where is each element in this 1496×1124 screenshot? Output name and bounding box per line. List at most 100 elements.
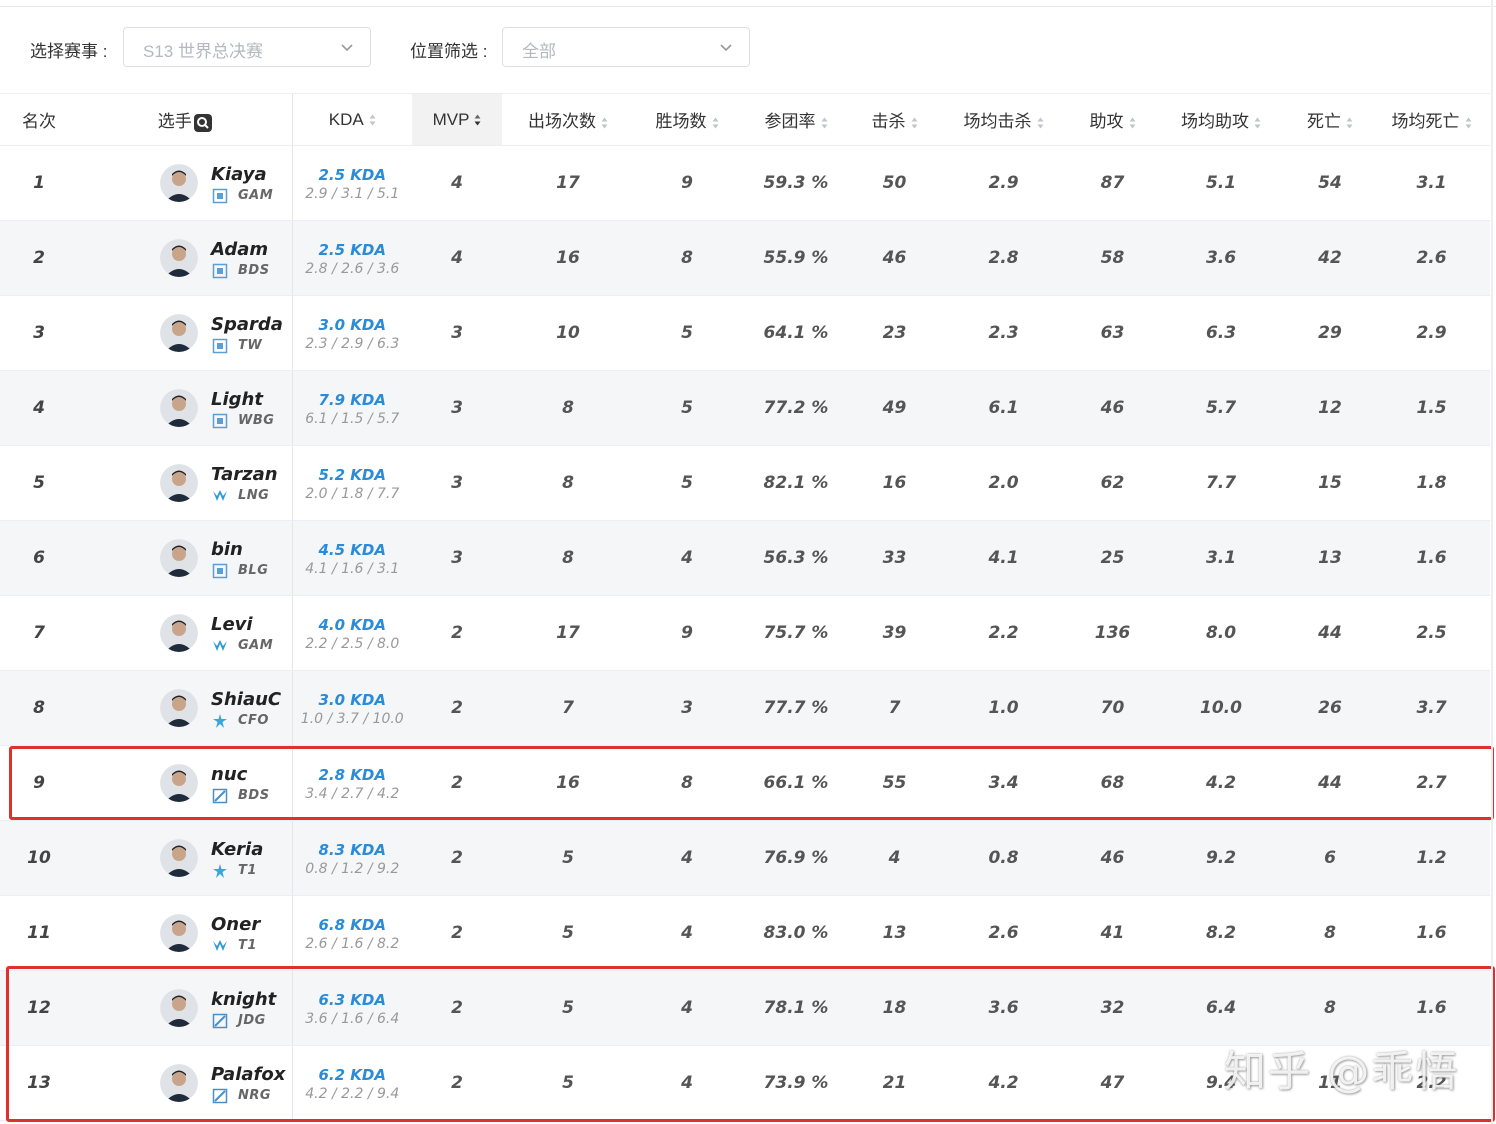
slash-logo-icon <box>212 788 228 804</box>
player-cell[interactable]: knight JDG <box>78 970 292 1046</box>
kda-cell: 6.8 KDA 2.6 / 1.6 / 8.2 <box>291 895 412 971</box>
top-border <box>0 0 1496 7</box>
sort-icon <box>474 114 481 126</box>
player-cell[interactable]: Tarzan LNG <box>78 445 292 521</box>
deaths-cell: 13 <box>1287 520 1373 596</box>
wins-cell: 9 <box>634 595 740 671</box>
kda-value: 6.2 KDA <box>318 1066 386 1084</box>
player-name[interactable]: Keria <box>211 839 263 860</box>
mvp-cell: 2 <box>412 820 502 896</box>
player-cell[interactable]: ShiauC CFO <box>78 670 292 746</box>
rank-cell: 8 <box>0 670 78 746</box>
table-row[interactable]: 1 Kiaya GAM 2.5 KDA 2.9 / 3.1 / 5.1 4 17 9 59.3 … <box>0 145 1490 221</box>
table-row[interactable]: 10 Keria T1 8.3 KDA 0.8 / 1.2 / 9.2 2 5 4 76.9 %… <box>0 820 1490 896</box>
table-row[interactable]: 4 Light WBG 7.9 KDA 6.1 / 1.5 / 5.7 3 8 5 77.2 %… <box>0 370 1490 446</box>
player-cell[interactable]: bin BLG <box>78 520 292 596</box>
player-name[interactable]: knight <box>211 989 276 1010</box>
kp-cell: 76.9 % <box>740 820 852 896</box>
rank-cell: 13 <box>0 1045 78 1121</box>
rank-cell: 6 <box>0 520 78 596</box>
col-avg-kills[interactable]: 场均击杀 <box>937 93 1070 146</box>
kda-cell: 2.5 KDA 2.9 / 3.1 / 5.1 <box>291 145 412 221</box>
col-assists[interactable]: 助攻 <box>1070 93 1155 146</box>
rank-cell: 2 <box>0 220 78 296</box>
avg-assists-cell: 9.2 <box>1155 820 1287 896</box>
deaths-cell: 42 <box>1287 220 1373 296</box>
avg-assists-cell: 8.0 <box>1155 595 1287 671</box>
player-name[interactable]: Adam <box>211 239 268 260</box>
kda-detail: 4.2 / 2.2 / 9.4 <box>305 1086 400 1102</box>
kills-cell: 39 <box>852 595 937 671</box>
col-kills[interactable]: 击杀 <box>852 93 937 146</box>
kda-value: 4.0 KDA <box>318 616 386 634</box>
col-kp[interactable]: 参团率 <box>740 93 852 146</box>
player-cell[interactable]: Keria T1 <box>78 820 292 896</box>
player-cell[interactable]: nuc BDS <box>78 745 292 821</box>
col-mvp[interactable]: MVP <box>412 93 502 146</box>
kp-cell: 77.2 % <box>740 370 852 446</box>
player-cell[interactable]: Adam BDS <box>78 220 292 296</box>
player-name[interactable]: Tarzan <box>211 464 278 485</box>
avg-deaths-cell: 3.1 <box>1373 145 1490 221</box>
sort-icon <box>911 117 917 129</box>
table-row[interactable]: 6 bin BLG 4.5 KDA 4.1 / 1.6 / 3.1 3 8 4 56.3 % 33… <box>0 520 1490 596</box>
avg-kills-cell: 2.3 <box>937 295 1070 371</box>
kda-cell: 3.0 KDA 2.3 / 2.9 / 6.3 <box>291 295 412 371</box>
table-row[interactable]: 5 Tarzan LNG 5.2 KDA 2.0 / 1.8 / 7.7 3 8 5 82.1 … <box>0 445 1490 521</box>
table-row[interactable]: 7 Levi GAM 4.0 KDA 2.2 / 2.5 / 8.0 2 17 9 75.7 %… <box>0 595 1490 671</box>
table-row[interactable]: 9 nuc BDS 2.8 KDA 3.4 / 2.7 / 4.2 2 16 8 66.1 % 5… <box>0 745 1490 821</box>
player-cell[interactable]: Kiaya GAM <box>78 145 292 221</box>
col-wins[interactable]: 胜场数 <box>634 93 740 146</box>
table-row[interactable]: 3 Sparda TW 3.0 KDA 2.3 / 2.9 / 6.3 3 10 5 64.1 … <box>0 295 1490 371</box>
position-select[interactable]: 全部 <box>502 27 750 67</box>
table-row[interactable]: 8 ShiauC CFO 3.0 KDA 1.0 / 3.7 / 10.0 2 7 3 77.7… <box>0 670 1490 746</box>
watermark: 知乎 @乖悟 <box>1224 1047 1460 1096</box>
col-avg-assists[interactable]: 场均助攻 <box>1155 93 1287 146</box>
slash-logo-icon <box>212 1088 228 1104</box>
kda-cell: 2.8 KDA 3.4 / 2.7 / 4.2 <box>291 745 412 821</box>
player-cell[interactable]: Levi GAM <box>78 595 292 671</box>
player-name[interactable]: Palafox <box>211 1064 285 1085</box>
filter-bar: 选择赛事 : S13 世界总决赛 位置筛选 : 全部 <box>0 27 1496 69</box>
player-cell[interactable]: Oner T1 <box>78 895 292 971</box>
table-row[interactable]: 12 knight JDG 6.3 KDA 3.6 / 1.6 / 6.4 2 5 4 78.1… <box>0 970 1490 1046</box>
col-avg-deaths[interactable]: 场均死亡 <box>1373 93 1490 146</box>
kills-cell: 49 <box>852 370 937 446</box>
player-name[interactable]: ShiauC <box>211 689 281 710</box>
table-row[interactable]: 2 Adam BDS 2.5 KDA 2.8 / 2.6 / 3.6 4 16 8 55.9 %… <box>0 220 1490 296</box>
deaths-cell: 8 <box>1287 970 1373 1046</box>
avg-assists-cell: 4.2 <box>1155 745 1287 821</box>
mvp-cell: 3 <box>412 295 502 371</box>
player-name[interactable]: Light <box>211 389 263 410</box>
player-cell[interactable]: Sparda TW <box>78 295 292 371</box>
player-name[interactable]: Oner <box>211 914 260 935</box>
col-rank: 名次 <box>0 93 78 146</box>
kda-value: 3.0 KDA <box>318 316 386 334</box>
kills-cell: 13 <box>852 895 937 971</box>
kp-cell: 66.1 % <box>740 745 852 821</box>
player-name[interactable]: bin <box>211 539 243 560</box>
player-name[interactable]: Levi <box>211 614 253 635</box>
deaths-cell: 15 <box>1287 445 1373 521</box>
assists-cell: 46 <box>1070 370 1155 446</box>
col-kda[interactable]: KDA <box>291 93 412 146</box>
avg-deaths-cell: 2.9 <box>1373 295 1490 371</box>
deaths-cell: 12 <box>1287 370 1373 446</box>
player-cell[interactable]: Palafox NRG <box>78 1045 292 1121</box>
mvp-cell: 3 <box>412 520 502 596</box>
table-row[interactable]: 11 Oner T1 6.8 KDA 2.6 / 1.6 / 8.2 2 5 4 83.0 % 1… <box>0 895 1490 971</box>
games-cell: 17 <box>502 145 634 221</box>
col-deaths[interactable]: 死亡 <box>1287 93 1373 146</box>
scrollbar-track[interactable] <box>1491 0 1493 1124</box>
player-name[interactable]: Kiaya <box>211 164 267 185</box>
kda-detail: 6.1 / 1.5 / 5.7 <box>305 411 400 427</box>
col-games[interactable]: 出场次数 <box>502 93 634 146</box>
team-name: LNG <box>238 488 270 503</box>
player-cell[interactable]: Light WBG <box>78 370 292 446</box>
player-name[interactable]: Sparda <box>211 314 283 335</box>
avatar <box>160 164 198 202</box>
event-select[interactable]: S13 世界总决赛 <box>123 27 371 67</box>
player-name[interactable]: nuc <box>211 764 247 785</box>
assists-cell: 46 <box>1070 820 1155 896</box>
search-icon[interactable] <box>193 113 212 132</box>
